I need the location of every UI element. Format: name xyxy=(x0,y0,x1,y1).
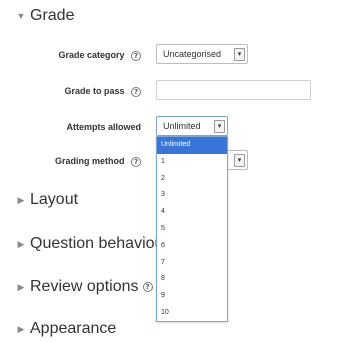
chevron-down-icon: ▾ xyxy=(234,48,245,61)
section-header-question-behaviour[interactable]: ▶ Question behaviour xyxy=(0,232,169,256)
section-title: Grade xyxy=(30,7,75,24)
chevron-down-icon: ▾ xyxy=(214,120,225,133)
dropdown-option[interactable]: 2 xyxy=(157,171,227,188)
dropdown-option[interactable]: Unlimited xyxy=(157,137,227,154)
section-title: Appearance xyxy=(30,320,117,337)
section-title: Question behaviour xyxy=(30,235,169,252)
help-icon[interactable]: ? xyxy=(131,50,141,61)
dropdown-option[interactable]: 7 xyxy=(157,255,227,272)
dropdown-option[interactable]: 6 xyxy=(157,238,227,255)
dropdown-option[interactable]: 5 xyxy=(157,221,227,238)
section-header-layout[interactable]: ▶ Layout xyxy=(0,188,79,212)
section-header-appearance[interactable]: ▶ Appearance xyxy=(0,317,117,341)
attempts-allowed-dropdown-list: Unlimited 1 2 3 4 5 6 7 8 9 10 xyxy=(156,136,228,322)
attempts-allowed-value: Unlimited xyxy=(163,121,201,131)
collapsed-triangle-icon: ▶ xyxy=(17,194,25,205)
collapsed-triangle-icon: ▶ xyxy=(17,323,25,334)
grading-method-label: Grading method ? xyxy=(55,156,141,167)
dropdown-option[interactable]: 8 xyxy=(157,271,227,288)
chevron-down-icon: ▾ xyxy=(234,154,245,167)
grading-method-label-text: Grading method xyxy=(54,156,125,166)
collapsed-triangle-icon: ▶ xyxy=(17,238,25,249)
grade-category-label-text: Grade category xyxy=(58,50,125,60)
expanded-triangle-icon: ▼ xyxy=(16,11,26,21)
grade-category-value: Uncategorised xyxy=(163,49,222,59)
dropdown-option[interactable]: 10 xyxy=(157,305,227,322)
section-title: Review options xyxy=(30,278,139,295)
grade-category-label: Grade category ? xyxy=(58,50,141,61)
attempts-allowed-label: Attempts allowed xyxy=(66,122,141,132)
help-icon[interactable]: ? xyxy=(131,86,141,97)
dropdown-option[interactable]: 1 xyxy=(157,154,227,171)
section-header-grade[interactable]: ▼ Grade xyxy=(0,4,75,28)
collapsed-triangle-icon: ▶ xyxy=(17,281,25,292)
dropdown-option[interactable]: 3 xyxy=(157,187,227,204)
help-icon[interactable]: ? xyxy=(142,282,153,292)
attempts-allowed-select[interactable]: Unlimited ▾ xyxy=(156,116,228,136)
dropdown-option[interactable]: 9 xyxy=(157,288,227,305)
grade-to-pass-label: Grade to pass ? xyxy=(64,86,141,97)
grade-to-pass-input[interactable] xyxy=(156,80,311,100)
section-header-review-options[interactable]: ▶ Review options ? xyxy=(0,275,153,299)
grade-to-pass-label-text: Grade to pass xyxy=(64,86,125,96)
attempts-allowed-label-text: Attempts allowed xyxy=(66,122,141,132)
help-icon[interactable]: ? xyxy=(131,156,141,167)
section-title: Layout xyxy=(30,191,79,208)
grade-category-select[interactable]: Uncategorised ▾ xyxy=(156,44,248,64)
dropdown-option[interactable]: 4 xyxy=(157,204,227,221)
